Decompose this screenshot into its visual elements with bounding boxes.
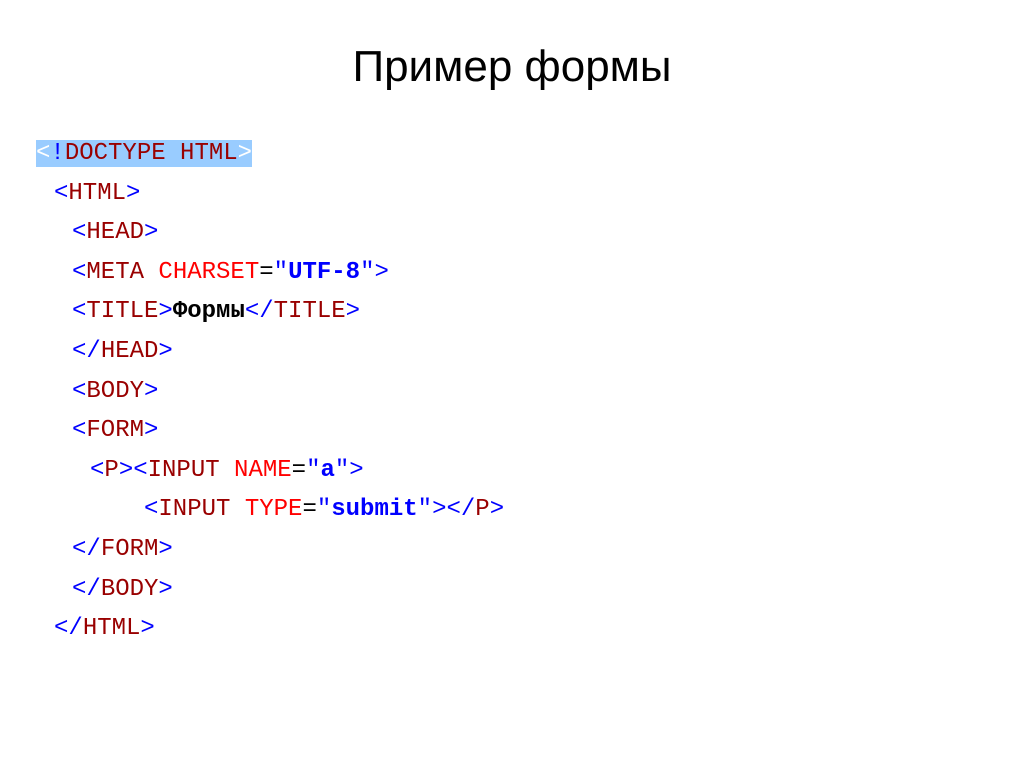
angle-open: < [72, 576, 86, 603]
angle-close: > [158, 338, 172, 365]
meta-tag: META [86, 259, 144, 286]
angle-close: > [144, 417, 158, 444]
angle-close: > [158, 298, 172, 325]
type-attr: TYPE [245, 496, 303, 523]
angle-close: > [374, 259, 388, 286]
angle-open: < [245, 298, 259, 325]
slash: / [86, 536, 100, 563]
quote: " [335, 457, 349, 484]
angle-close: > [490, 496, 504, 523]
angle-close: > [144, 219, 158, 246]
input-tag: INPUT [148, 457, 220, 484]
equals: = [302, 496, 316, 523]
angle-open: < [72, 338, 86, 365]
slide-title: Пример формы [0, 42, 1024, 92]
head-tag: HEAD [86, 219, 144, 246]
equals: = [259, 259, 273, 286]
angle-open: < [72, 219, 86, 246]
body-close-tag: BODY [101, 576, 159, 603]
code-line-9: <P><INPUT NAME="a"> [36, 451, 1024, 491]
slash: / [68, 615, 82, 642]
title-tag: TITLE [86, 298, 158, 325]
angle-close: > [346, 298, 360, 325]
doctype-html: HTML [180, 140, 238, 167]
code-line-10: <INPUT TYPE="submit"></P> [36, 490, 1024, 530]
angle-open: < [133, 457, 147, 484]
title-text: Формы [173, 298, 245, 325]
title-close-tag: TITLE [274, 298, 346, 325]
angle-close: > [140, 615, 154, 642]
angle-close: > [144, 378, 158, 405]
quote: " [317, 496, 331, 523]
a-val: a [320, 457, 334, 484]
angle-open: < [72, 536, 86, 563]
angle-close: > [119, 457, 133, 484]
code-line-2: <HTML> [36, 174, 1024, 214]
angle-close: > [158, 576, 172, 603]
quote: " [418, 496, 432, 523]
code-line-12: </BODY> [36, 570, 1024, 610]
space [220, 457, 234, 484]
code-line-6: </HEAD> [36, 332, 1024, 372]
space [166, 140, 180, 167]
slash: / [259, 298, 273, 325]
submit-val: submit [331, 496, 417, 523]
quote: " [360, 259, 374, 286]
angle-open: < [54, 615, 68, 642]
code-line-4: <META CHARSET="UTF-8"> [36, 253, 1024, 293]
html-tag: HTML [68, 180, 126, 207]
code-line-13: </HTML> [36, 609, 1024, 649]
code-line-8: <FORM> [36, 411, 1024, 451]
angle-open: < [446, 496, 460, 523]
angle-open: < [90, 457, 104, 484]
doctype-bang: ! [50, 140, 64, 167]
code-line-11: </FORM> [36, 530, 1024, 570]
doctype-kw: DOCTYPE [65, 140, 166, 167]
p-tag: P [104, 457, 118, 484]
body-tag: BODY [86, 378, 144, 405]
code-line-1: <!DOCTYPE HTML> [36, 134, 1024, 174]
input-tag: INPUT [158, 496, 230, 523]
charset-attr: CHARSET [158, 259, 259, 286]
angle-open: < [36, 140, 50, 167]
angle-open: < [54, 180, 68, 207]
form-tag: FORM [86, 417, 144, 444]
code-block: <!DOCTYPE HTML> <HTML> <HEAD> <META CHAR… [0, 134, 1024, 649]
code-line-7: <BODY> [36, 372, 1024, 412]
angle-close: > [126, 180, 140, 207]
slash: / [86, 576, 100, 603]
html-close-tag: HTML [83, 615, 141, 642]
angle-open: < [144, 496, 158, 523]
code-line-3: <HEAD> [36, 213, 1024, 253]
angle-close: > [158, 536, 172, 563]
name-attr: NAME [234, 457, 292, 484]
quote: " [274, 259, 288, 286]
angle-open: < [72, 298, 86, 325]
quote: " [306, 457, 320, 484]
space [144, 259, 158, 286]
angle-open: < [72, 378, 86, 405]
equals: = [292, 457, 306, 484]
code-line-5: <TITLE>Формы</TITLE> [36, 292, 1024, 332]
angle-open: < [72, 259, 86, 286]
angle-open: < [72, 417, 86, 444]
slide-container: Пример формы <!DOCTYPE HTML> <HTML> <HEA… [0, 0, 1024, 767]
slash: / [86, 338, 100, 365]
space [230, 496, 244, 523]
angle-close: > [238, 140, 252, 167]
p-close-tag: P [475, 496, 489, 523]
angle-close: > [349, 457, 363, 484]
utf8-val: UTF-8 [288, 259, 360, 286]
head-close-tag: HEAD [101, 338, 159, 365]
angle-close: > [432, 496, 446, 523]
form-close-tag: FORM [101, 536, 159, 563]
slash: / [461, 496, 475, 523]
